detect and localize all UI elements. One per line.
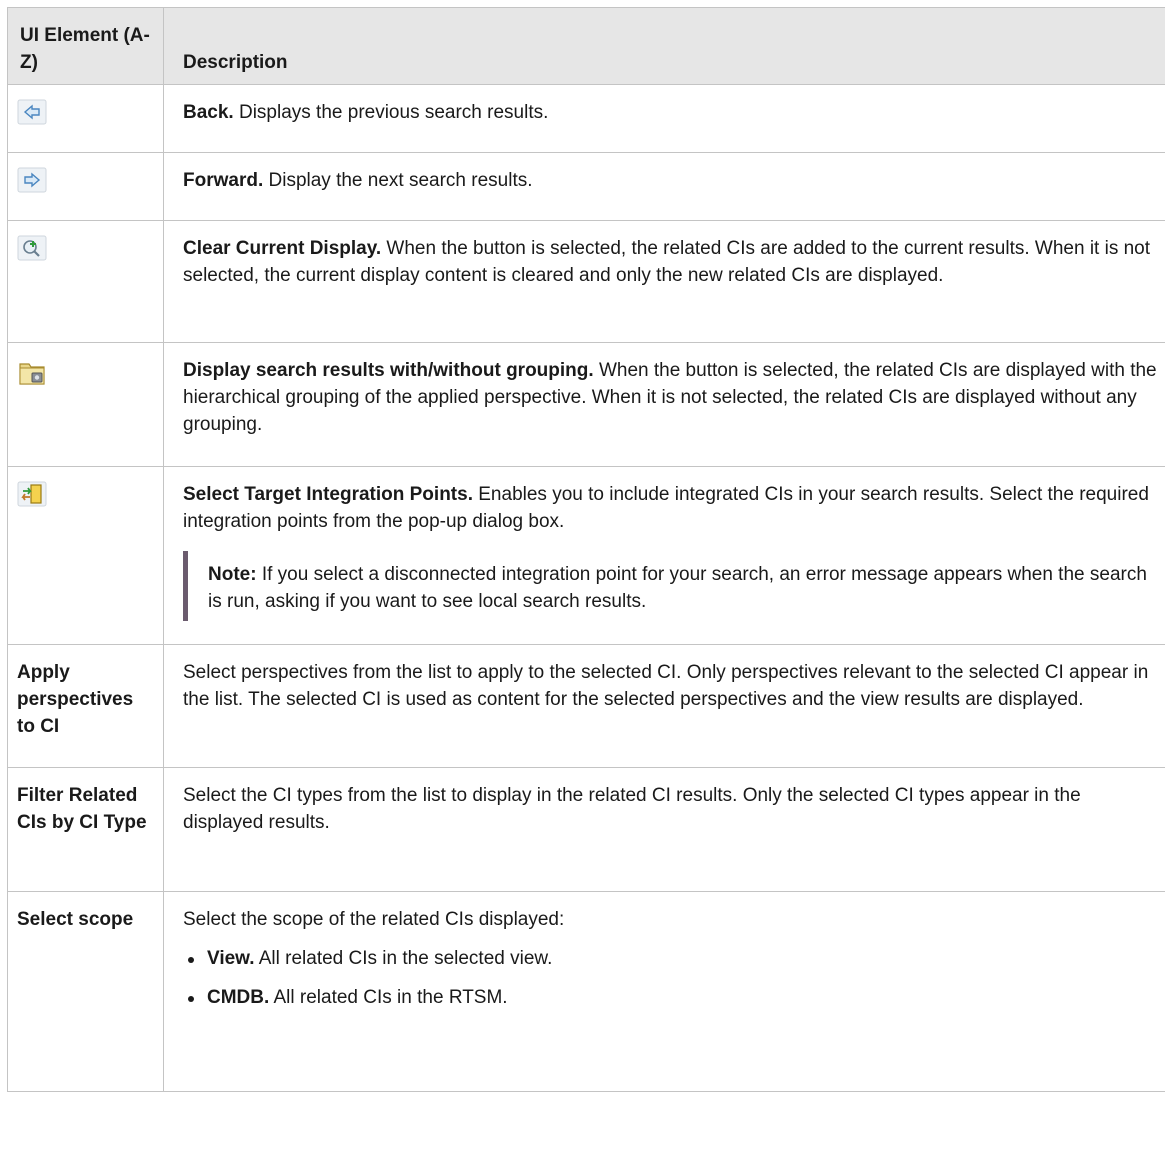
ui-elements-table: UI Element (A-Z) Description Back. Displ…	[7, 7, 1165, 1092]
ui-element-cell	[7, 84, 164, 153]
row-title: Clear Current Display.	[183, 238, 382, 259]
folder-grouping-icon	[19, 363, 45, 385]
row-title: Forward.	[183, 170, 264, 191]
bullet-icon	[188, 996, 194, 1002]
ui-element-cell	[7, 466, 164, 645]
description-cell: Select the CI types from the list to dis…	[163, 767, 1165, 892]
note-text: If you select a disconnected integration…	[208, 564, 1147, 612]
description-cell: Back. Displays the previous search resul…	[163, 84, 1165, 153]
description-cell: Select Target Integration Points. Enable…	[163, 466, 1165, 645]
table-row: Apply perspectives to CI Select perspect…	[7, 644, 1165, 768]
back-arrow-icon	[17, 99, 47, 125]
table-row: Display search results with/without grou…	[7, 342, 1165, 467]
description-cell: Select perspectives from the list to app…	[163, 644, 1165, 768]
table-row: Select Target Integration Points. Enable…	[7, 466, 1165, 645]
description-cell: Display search results with/without grou…	[163, 342, 1165, 467]
note-label: Note:	[208, 564, 257, 585]
list-item-text: All related CIs in the RTSM.	[269, 987, 508, 1008]
row-text: Select the CI types from the list to dis…	[183, 785, 1081, 833]
ui-element-cell	[7, 152, 164, 221]
description-cell: Forward. Display the next search results…	[163, 152, 1165, 221]
forward-arrow-icon	[17, 167, 47, 193]
row-title: Display search results with/without grou…	[183, 360, 594, 381]
ui-element-cell	[7, 220, 164, 343]
list-item: View. All related CIs in the selected vi…	[183, 945, 1163, 972]
table-row: Filter Related CIs by CI Type Select the…	[7, 767, 1165, 892]
row-title: Select Target Integration Points.	[183, 484, 473, 505]
scope-list: View. All related CIs in the selected vi…	[183, 945, 1163, 1011]
note-block: Note: If you select a disconnected integ…	[183, 551, 1163, 621]
list-item-title: View.	[207, 948, 255, 969]
list-item-text: All related CIs in the selected view.	[254, 948, 553, 969]
table-row: Back. Displays the previous search resul…	[7, 84, 1165, 153]
header-description: Description	[163, 7, 1165, 85]
ui-element-cell: Apply perspectives to CI	[7, 644, 164, 768]
list-item-title: CMDB.	[207, 987, 270, 1008]
ui-element-cell	[7, 342, 164, 467]
description-cell: Clear Current Display. When the button i…	[163, 220, 1165, 343]
description-cell: Select the scope of the related CIs disp…	[163, 891, 1165, 1092]
table-row: Forward. Display the next search results…	[7, 152, 1165, 221]
ui-element-cell: Select scope	[7, 891, 164, 1092]
table-row: Select scope Select the scope of the rel…	[7, 891, 1165, 1092]
list-item: CMDB. All related CIs in the RTSM.	[183, 984, 1163, 1011]
table-header-row: UI Element (A-Z) Description	[7, 7, 1165, 85]
magnifier-plus-icon	[17, 235, 47, 261]
header-ui-element: UI Element (A-Z)	[7, 7, 164, 85]
row-title: Back.	[183, 102, 234, 123]
row-text: Display the next search results.	[263, 170, 533, 191]
ui-element-cell: Filter Related CIs by CI Type	[7, 767, 164, 892]
row-text: Select the scope of the related CIs disp…	[183, 909, 565, 930]
row-text: Select perspectives from the list to app…	[183, 662, 1149, 710]
table-row: Clear Current Display. When the button i…	[7, 220, 1165, 343]
integration-points-icon	[17, 481, 47, 507]
bullet-icon	[188, 957, 194, 963]
row-text: Displays the previous search results.	[233, 102, 549, 123]
